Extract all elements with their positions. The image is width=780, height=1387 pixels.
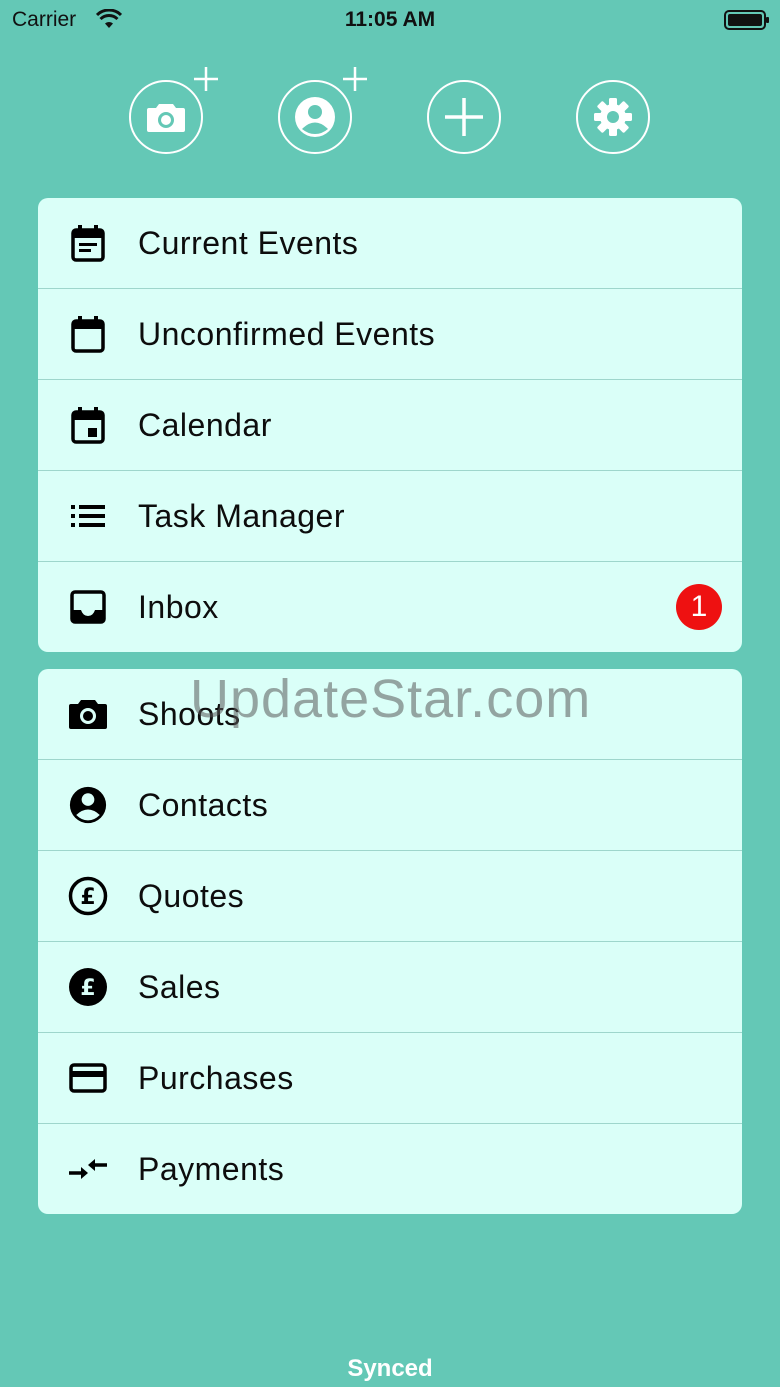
- pound-filled-icon: £: [68, 967, 108, 1007]
- inbox-count-badge: 1: [676, 584, 722, 630]
- calendar-today-icon: [68, 405, 108, 445]
- primary-menu: Current Events Unconfirmed Events Calend…: [38, 198, 742, 652]
- gear-icon: [593, 97, 633, 137]
- settings-button[interactable]: [576, 80, 650, 154]
- menu-item-label: Unconfirmed Events: [138, 315, 436, 352]
- menu-item-sales[interactable]: £ Sales: [38, 941, 742, 1032]
- menu-item-label: Shoots: [138, 695, 241, 732]
- menu-item-label: Contacts: [138, 786, 269, 823]
- inbox-icon: [68, 587, 108, 627]
- menu-item-calendar[interactable]: Calendar: [38, 379, 742, 470]
- account-circle-icon: [294, 96, 336, 138]
- plus-badge-icon: [342, 66, 368, 92]
- camera-icon: [146, 101, 186, 133]
- add-contact-button[interactable]: [278, 67, 367, 154]
- event-note-icon: [68, 223, 108, 263]
- camera-icon: [68, 694, 108, 734]
- calendar-blank-icon: [68, 314, 108, 354]
- credit-card-icon: [68, 1058, 108, 1098]
- menu-item-task-manager[interactable]: Task Manager: [38, 470, 742, 561]
- menu-item-contacts[interactable]: Contacts: [38, 759, 742, 850]
- menu-item-inbox[interactable]: Inbox 1: [38, 561, 742, 652]
- menu-item-current-events[interactable]: Current Events: [38, 198, 742, 288]
- menu-item-label: Inbox: [138, 588, 219, 625]
- clock: 11:05 AM: [344, 8, 436, 31]
- menu-item-label: Task Manager: [138, 497, 345, 534]
- transfer-arrows-icon: [68, 1149, 108, 1189]
- pound-outline-icon: £: [68, 876, 108, 916]
- menu-item-label: Quotes: [138, 877, 245, 914]
- add-button[interactable]: [427, 80, 501, 154]
- menu-item-quotes[interactable]: £ Quotes: [38, 850, 742, 941]
- account-circle-icon: [68, 785, 108, 825]
- menu-item-payments[interactable]: Payments: [38, 1123, 742, 1214]
- menu-item-purchases[interactable]: Purchases: [38, 1032, 742, 1123]
- svg-text:£: £: [80, 976, 95, 1001]
- menu-item-label: Purchases: [138, 1059, 294, 1096]
- sync-status: Synced: [347, 1355, 433, 1382]
- plus-badge-icon: [193, 66, 219, 92]
- menu-item-label: Current Events: [138, 224, 359, 261]
- menu-item-unconfirmed-events[interactable]: Unconfirmed Events: [38, 288, 742, 379]
- menu-item-label: Sales: [138, 968, 221, 1005]
- list-icon: [68, 496, 108, 536]
- status-bar: Carrier 11:05 AM: [0, 0, 780, 40]
- menu-item-shoots[interactable]: Shoots: [38, 669, 742, 759]
- battery-icon: [724, 10, 769, 30]
- add-shoot-button[interactable]: [129, 67, 218, 154]
- svg-text:£: £: [80, 885, 95, 910]
- plus-icon: [444, 97, 484, 137]
- menu-item-label: Payments: [138, 1150, 285, 1187]
- secondary-menu: Shoots Contacts £ Quotes £ Sales Purchas…: [38, 669, 742, 1214]
- menu-item-label: Calendar: [138, 406, 272, 443]
- top-toolbar: [0, 67, 780, 156]
